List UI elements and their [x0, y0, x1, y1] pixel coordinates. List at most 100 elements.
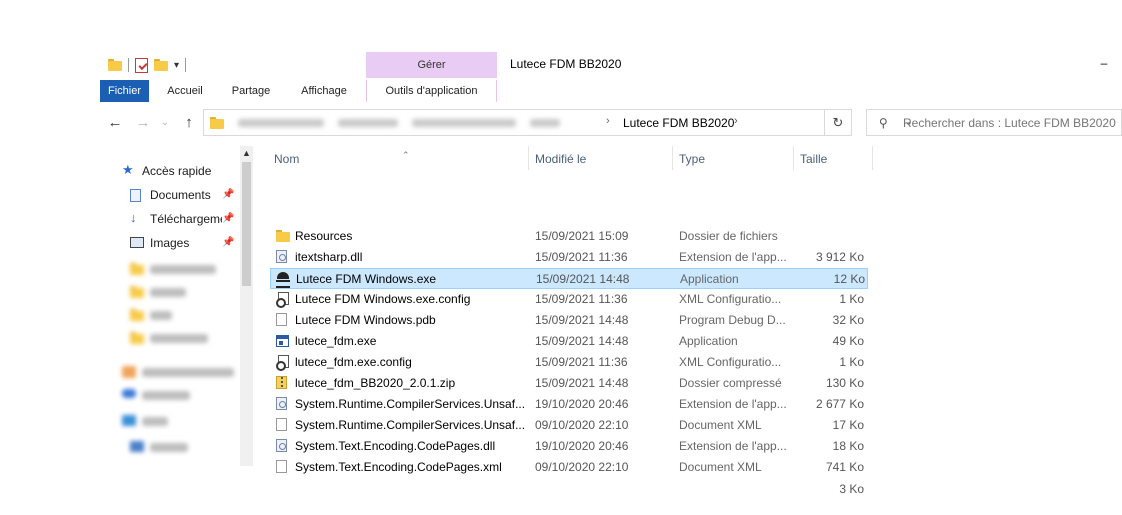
forward-arrow-icon[interactable]: →	[132, 112, 154, 134]
pin-icon[interactable]: 📌	[222, 184, 234, 206]
nav-item-label: Images	[150, 236, 190, 250]
scroll-up-icon[interactable]: ▲	[240, 146, 253, 160]
file-type: Dossier de fichiers	[679, 229, 778, 243]
minimize-button[interactable]: –	[1098, 56, 1110, 70]
table-row[interactable]: lutece_fdm_BB2020_2.0.1.zip 15/09/2021 1…	[270, 373, 868, 394]
column-header-size[interactable]: Taille	[800, 146, 870, 172]
folder-icon	[210, 117, 224, 129]
column-header-name[interactable]: Nom ⌃	[274, 146, 524, 172]
address-row: ← → ⌄ ↑ › Lutece FDM BB2020 › ⌄ ↻ ⚲	[100, 108, 1122, 138]
pin-icon[interactable]: 📌	[222, 232, 234, 254]
table-row[interactable]: System.Text.Encoding.CodePages.xml 09/10…	[270, 457, 868, 478]
file-date: 15/09/2021 14:48	[535, 376, 629, 390]
nav-quick-access[interactable]: ★ Accès rapide	[100, 160, 240, 182]
column-divider[interactable]	[793, 146, 794, 170]
column-header-type[interactable]: Type	[679, 146, 789, 172]
file-name: System.Text.Encoding.CodePages.xml	[295, 460, 502, 474]
nav-downloads[interactable]: ↓ Téléchargements 📌	[100, 208, 240, 230]
recent-locations-chevron-icon[interactable]: ⌄	[154, 112, 176, 134]
file-date: 19/10/2020 20:46	[535, 397, 629, 411]
nav-item-obscured[interactable]	[100, 304, 240, 326]
sort-ascending-icon: ⌃	[402, 150, 410, 160]
file-size: 1 Ko	[839, 292, 864, 306]
tab-file[interactable]: Fichier	[100, 80, 149, 102]
nav-item-obscured[interactable]	[100, 327, 240, 349]
nav-item-obscured[interactable]	[100, 410, 240, 432]
column-divider[interactable]	[672, 146, 673, 170]
config-icon	[276, 355, 289, 371]
nav-item-label: Accès rapide	[142, 164, 212, 178]
file-name: System.Runtime.CompilerServices.Unsaf...	[295, 418, 526, 432]
file-name: Lutece FDM Windows.exe.config	[295, 292, 471, 306]
file-icon	[276, 313, 287, 326]
folder-icon	[130, 263, 144, 275]
nav-item-obscured[interactable]	[100, 258, 240, 280]
file-date: 09/10/2020 22:10	[535, 418, 629, 432]
tab-view[interactable]: Affichage	[291, 80, 357, 102]
pin-icon[interactable]: 📌	[222, 208, 234, 230]
column-header-modified[interactable]: Modifié le	[535, 146, 671, 172]
file-explorer-window: ▾ Gérer Lutece FDM BB2020 – Fichier Accu…	[100, 50, 1122, 496]
table-row[interactable]: itextsharp.dll 15/09/2021 11:36 Extensio…	[270, 247, 868, 268]
file-type: Dossier compressé	[679, 376, 782, 390]
folder-icon	[130, 286, 144, 298]
table-row-selected[interactable]: Lutece FDM Windows.exe 15/09/2021 14:48 …	[270, 268, 868, 289]
search-box[interactable]: ⚲	[866, 109, 1122, 136]
breadcrumb-current[interactable]: Lutece FDM BB2020	[623, 116, 734, 130]
file-date: 15/09/2021 14:48	[535, 334, 629, 348]
up-arrow-icon[interactable]: ↑	[178, 112, 200, 134]
breadcrumb-separator-icon: ›	[606, 115, 610, 127]
computer-icon	[122, 415, 136, 426]
search-icon: ⚲	[879, 116, 888, 130]
folder-icon[interactable]	[108, 59, 122, 71]
file-type: Extension de l'app...	[679, 397, 787, 411]
back-arrow-icon[interactable]: ←	[104, 112, 126, 134]
file-name: lutece_fdm_BB2020_2.0.1.zip	[295, 376, 456, 390]
table-row-partial[interactable]: 3 Ko	[270, 479, 868, 499]
table-row[interactable]: System.Text.Encoding.CodePages.dll 19/10…	[270, 436, 868, 457]
nav-images[interactable]: Images 📌	[100, 232, 240, 254]
file-name: Resources	[295, 229, 353, 243]
search-input[interactable]	[903, 111, 1121, 134]
table-row[interactable]: Resources 15/09/2021 15:09 Dossier de fi…	[270, 226, 868, 247]
tab-share[interactable]: Partage	[221, 80, 281, 102]
desktop-icon	[130, 441, 144, 452]
customize-toolbar-icon[interactable]: ▾	[174, 60, 179, 71]
images-icon	[130, 237, 144, 248]
table-row[interactable]: System.Runtime.CompilerServices.Unsaf...…	[270, 394, 868, 415]
tab-home[interactable]: Accueil	[157, 80, 213, 102]
refresh-icon[interactable]: ↻	[825, 109, 852, 136]
nav-documents[interactable]: Documents 📌	[100, 184, 240, 206]
navigation-scrollbar[interactable]: ▲	[240, 146, 253, 466]
table-row[interactable]: Lutece FDM Windows.pdb 15/09/2021 14:48 …	[270, 310, 868, 331]
file-name: itextsharp.dll	[295, 250, 363, 264]
navigation-pane: ★ Accès rapide Documents 📌 ↓ Téléchargem…	[100, 146, 240, 466]
file-type: Document XML	[679, 418, 762, 432]
file-date: 15/09/2021 11:36	[535, 355, 628, 369]
file-date: 19/10/2020 20:46	[535, 439, 629, 453]
breadcrumb-chevron-icon[interactable]: ›	[734, 115, 738, 127]
nav-item-obscured[interactable]	[100, 436, 240, 458]
properties-icon[interactable]	[135, 57, 148, 73]
nav-item-obscured[interactable]	[100, 361, 240, 383]
column-divider[interactable]	[872, 146, 873, 170]
nav-item-obscured[interactable]	[100, 384, 240, 406]
file-size: 3 Ko	[839, 482, 864, 496]
file-date: 15/09/2021 11:36	[535, 292, 628, 306]
file-size: 12 Ko	[833, 272, 865, 286]
new-folder-icon[interactable]	[154, 59, 168, 71]
toolbar-separator	[185, 58, 187, 72]
column-divider[interactable]	[528, 146, 529, 170]
table-row[interactable]: lutece_fdm.exe.config 15/09/2021 11:36 X…	[270, 352, 868, 373]
table-row[interactable]: Lutece FDM Windows.exe.config 15/09/2021…	[270, 289, 868, 310]
scrollbar-thumb[interactable]	[242, 162, 251, 286]
folder-icon	[276, 230, 290, 242]
table-row[interactable]: System.Runtime.CompilerServices.Unsaf...…	[270, 415, 868, 436]
nav-item-obscured[interactable]	[100, 281, 240, 303]
file-date: 09/10/2020 22:10	[535, 460, 629, 474]
tab-application-tools[interactable]: Outils d'application	[366, 80, 497, 102]
lutece-app-icon	[276, 272, 290, 288]
table-row[interactable]: lutece_fdm.exe 15/09/2021 14:48 Applicat…	[270, 331, 868, 352]
address-bar[interactable]: › Lutece FDM BB2020 › ⌄	[203, 109, 913, 136]
nav-item-label: Téléchargements	[150, 212, 222, 226]
